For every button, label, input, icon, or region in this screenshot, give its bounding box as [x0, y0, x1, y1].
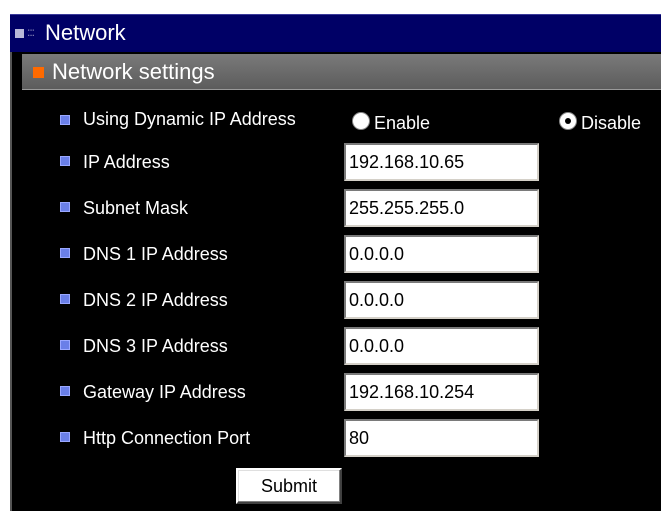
- dns1-input[interactable]: [344, 235, 539, 273]
- bullet-square-icon: [60, 156, 70, 166]
- disable-radio-circle[interactable]: [559, 112, 577, 130]
- bullet-square-icon: [60, 115, 70, 125]
- ip-address-label: IP Address: [83, 152, 170, 172]
- window-title: Network: [45, 20, 126, 45]
- enable-radio-label[interactable]: Enable: [374, 112, 430, 134]
- gateway-input[interactable]: [344, 373, 539, 411]
- bullet-square-icon: [60, 202, 70, 212]
- http-port-row: Http Connection Port: [12, 418, 661, 458]
- dns3-input[interactable]: [344, 327, 539, 365]
- dns2-row: DNS 2 IP Address: [12, 280, 661, 320]
- section-square-icon: [33, 67, 44, 78]
- section-title: Network settings: [52, 59, 215, 84]
- dynamic-ip-row: Using Dynamic IP Address Enable Disable: [12, 102, 661, 142]
- subnet-mask-input[interactable]: [344, 189, 539, 227]
- dns3-label: DNS 3 IP Address: [83, 336, 228, 356]
- bullet-square-icon: [60, 248, 70, 258]
- settings-panel: Network settings Using Dynamic IP Addres…: [10, 52, 661, 511]
- window-title-bar: ::: Network: [10, 14, 661, 52]
- dns3-row: DNS 3 IP Address: [12, 326, 661, 366]
- disable-radio-label[interactable]: Disable: [581, 112, 641, 134]
- ip-address-input[interactable]: [344, 143, 539, 181]
- dns1-row: DNS 1 IP Address: [12, 234, 661, 274]
- http-port-input[interactable]: [344, 419, 539, 457]
- bullet-square-icon: [60, 432, 70, 442]
- enable-radio-circle[interactable]: [352, 112, 370, 130]
- gateway-row: Gateway IP Address: [12, 372, 661, 412]
- ip-address-row: IP Address: [12, 142, 661, 182]
- dns1-label: DNS 1 IP Address: [83, 244, 228, 264]
- subnet-mask-label: Subnet Mask: [83, 198, 189, 218]
- http-port-label: Http Connection Port: [83, 428, 251, 448]
- submit-button[interactable]: Submit: [236, 468, 342, 504]
- dns2-label: DNS 2 IP Address: [83, 290, 228, 310]
- window-square-icon: [15, 29, 24, 38]
- dns2-input[interactable]: [344, 281, 539, 319]
- dynamic-ip-label: Using Dynamic IP Address: [83, 109, 296, 129]
- bullet-square-icon: [60, 386, 70, 396]
- section-header: Network settings: [22, 54, 661, 90]
- bullet-square-icon: [60, 340, 70, 350]
- subnet-mask-row: Subnet Mask: [12, 188, 661, 228]
- dots-separator-icon: :::: [27, 25, 35, 39]
- gateway-label: Gateway IP Address: [83, 382, 246, 402]
- page: ::: Network Network settings Using Dynam…: [0, 0, 661, 511]
- bullet-square-icon: [60, 294, 70, 304]
